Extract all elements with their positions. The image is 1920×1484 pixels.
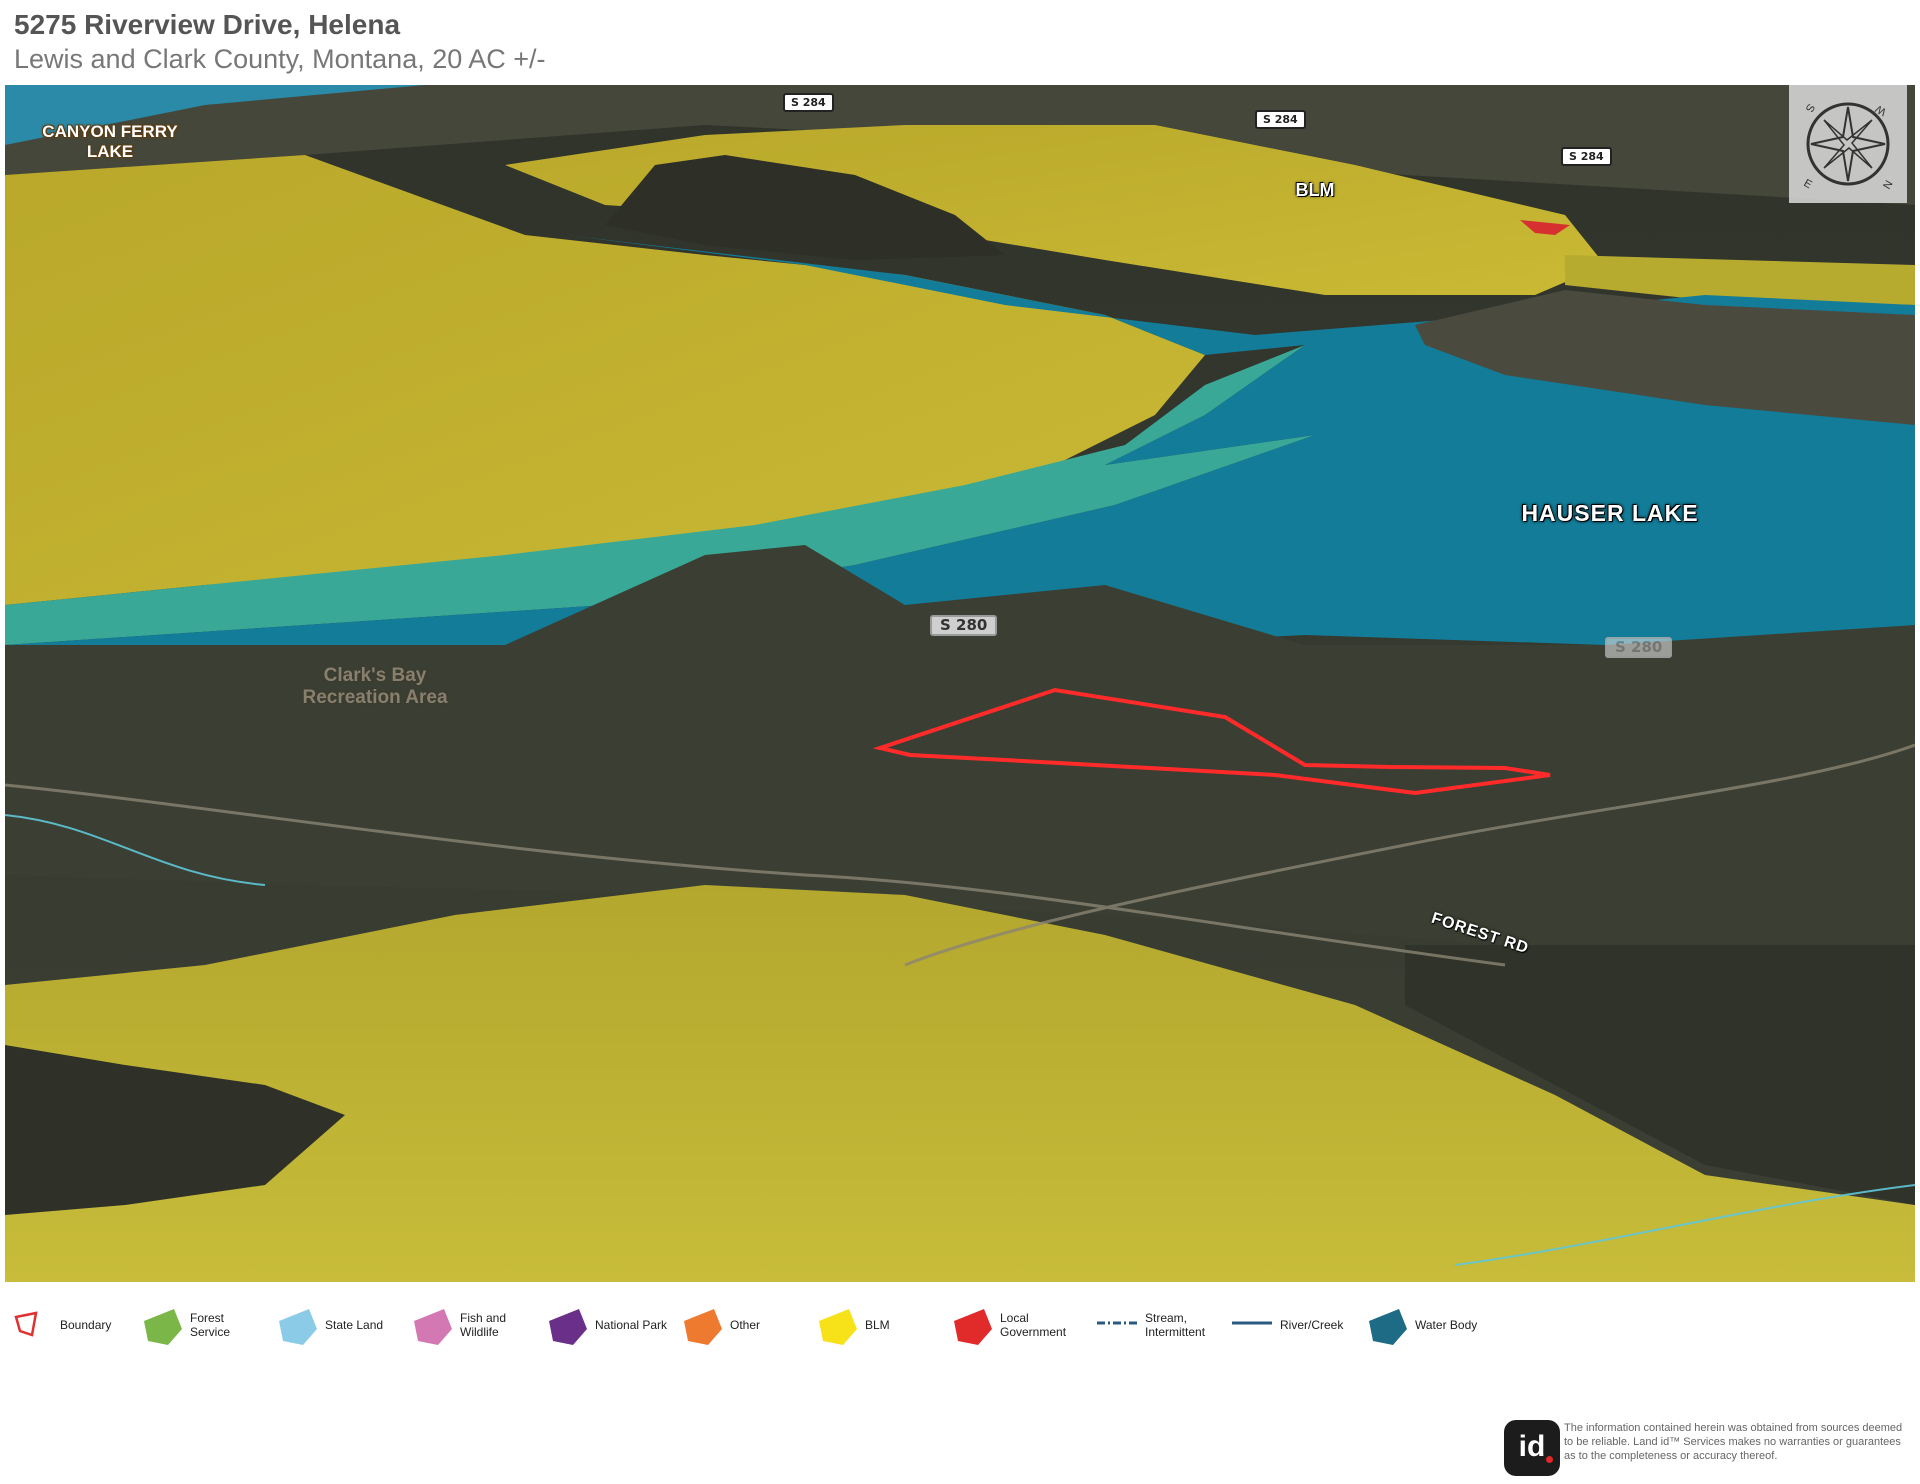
legend-label: BLM [865,1318,890,1332]
canyon-ferry-lake-text: CANYON FERRY LAKE [42,122,178,161]
legend-national-park: National Park [545,1305,667,1345]
page-title: 5275 Riverview Drive, Helena [14,9,401,40]
legend-label: River/Creek [1280,1318,1344,1332]
legend-label: State Land [325,1318,384,1332]
road-shield-s284-c: S 284 [1561,147,1612,166]
legend-label: Fish and Wildlife [460,1311,507,1339]
solid-line-icon [1232,1321,1272,1325]
clarks-bay-text: Clark's Bay Recreation Area [302,665,448,708]
title-block: 5275 Riverview Drive, Helena Lewis and C… [14,8,1414,76]
canyon-ferry-lake-label: CANYON FERRY LAKE [35,122,185,162]
legend-blm: BLM [815,1305,890,1345]
road-shield-s284-a: S 284 [783,93,834,112]
legend-forest-service: Forest Service [140,1305,240,1345]
legend-fish-wildlife: Fish and Wildlife [410,1305,515,1345]
legend-water-body: Water Body [1365,1305,1477,1345]
pentagon-icon [144,1309,182,1345]
legend-label: Other [730,1318,761,1332]
compass-rose-icon: S W N E [1789,85,1907,203]
page-subtitle: Lewis and Clark County, Montana, 20 AC +… [14,44,546,74]
legend-label: National Park [595,1318,668,1332]
compass-rose-svg: S W N E [1802,102,1896,192]
legend-state-land: State Land [275,1305,383,1345]
legend-label: Local Government [1000,1311,1067,1339]
hauser-lake-label: HAUSER LAKE [1521,500,1699,526]
pentagon-icon [549,1309,587,1345]
legend-boundary: Boundary [10,1305,111,1345]
road-shield-s280-b: S 280 [1605,637,1673,658]
svg-text:S: S [1803,102,1817,114]
legend-label: Water Body [1415,1318,1478,1332]
pentagon-icon [819,1309,857,1345]
svg-text:E: E [1802,177,1814,191]
legend-other: Other [680,1305,760,1345]
legend-local-government: Local Government [950,1305,1070,1345]
pentagon-icon [684,1309,722,1345]
svg-text:N: N [1881,179,1895,192]
legend-label: Stream, Intermittent [1145,1311,1206,1339]
pentagon-icon [414,1309,452,1345]
road-shield-s284-b: S 284 [1255,110,1306,129]
legend-stream-intermittent: Stream, Intermittent [1095,1305,1210,1345]
dash-dot-line-icon [1097,1321,1137,1325]
pentagon-icon [1369,1309,1407,1345]
clarks-bay-label: Clark's Bay Recreation Area [275,665,475,709]
road-shield-s280-a: S 280 [930,615,998,636]
legend-label: Boundary [60,1318,112,1332]
pentagon-icon [954,1309,992,1345]
pentagon-icon [279,1309,317,1345]
legend-river-creek: River/Creek [1230,1305,1343,1345]
blm-label: BLM [1295,180,1335,200]
boundary-outline-icon [14,1311,38,1337]
map-legend: Boundary Forest Service State Land Fish … [10,1305,1510,1345]
land-id-logo-dot [1546,1456,1553,1463]
legend-label: Forest Service [190,1311,231,1339]
disclaimer-text: The information contained herein was obt… [1564,1422,1903,1462]
map-view[interactable]: CANYON FERRY LAKE BLM HAUSER LAKE Clark'… [5,85,1915,1282]
